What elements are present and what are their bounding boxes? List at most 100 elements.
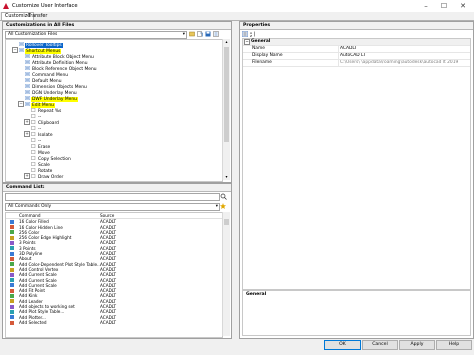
sort-alphabetical-icon[interactable]: AZ [250, 31, 256, 38]
cancel-button[interactable]: Cancel [362, 340, 398, 350]
menu-folder-icon [18, 41, 25, 47]
command-icon [31, 108, 36, 112]
autocad-app-icon [3, 3, 9, 9]
window-title: Customize User Interface [12, 3, 78, 9]
expand-icon[interactable]: + [24, 173, 30, 179]
property-value[interactable]: AutoCAD LT [340, 53, 458, 59]
new-command-star-icon[interactable] [220, 203, 226, 209]
property-grid: − General Name ACADLT Display Name AutoCAD … [242, 38, 471, 290]
apply-button[interactable]: Apply [399, 340, 435, 350]
minimize-button[interactable]: – [418, 1, 434, 11]
menu-folder-icon [24, 53, 31, 59]
menu-folder-icon [24, 83, 31, 89]
tree-node[interactable]: + Draw Order [6, 173, 220, 180]
property-category-label: General [251, 39, 271, 44]
help-button[interactable]: Help [436, 340, 472, 350]
command-icon [31, 144, 36, 148]
command-filter-select[interactable]: All Commands Only ▾ [5, 203, 220, 211]
property-row[interactable]: Filename C:\Users\ \appdata\roaming\autod… [243, 60, 470, 67]
command-icon [31, 174, 36, 178]
command-icon [10, 294, 14, 299]
close-button[interactable]: ✕ [455, 1, 471, 11]
command-scroll-thumb[interactable] [224, 219, 229, 225]
command-icon [10, 256, 14, 261]
command-icon [31, 114, 36, 118]
menu-folder-icon [24, 65, 31, 71]
menu-folder-icon [24, 101, 31, 107]
command-icon [10, 219, 14, 224]
customization-tree: Rollover Tooltips − Shortcut Menus Attribut… [5, 39, 223, 182]
command-list-panel: Command List: All Commands Only ▾ Comman… [2, 183, 232, 339]
command-search-input[interactable] [5, 193, 220, 201]
customization-file-select[interactable]: All Customization Files ▾ [5, 31, 187, 39]
command-icon [10, 304, 14, 309]
command-icon [31, 156, 36, 160]
menu-folder-icon [24, 71, 31, 77]
command-list-scrollbar[interactable] [222, 212, 230, 336]
command-icon [31, 138, 36, 142]
command-filter-value: All Commands Only [8, 204, 52, 209]
command-row[interactable]: Add Selected ACADLT [6, 320, 222, 325]
chevron-down-icon: ▾ [182, 32, 185, 37]
property-value[interactable]: ACADLT [340, 46, 458, 52]
command-icon [10, 267, 14, 272]
properties-panel: Properties AZ − General Name ACADLT Displa… [239, 21, 474, 339]
command-icon [31, 168, 36, 172]
scroll-up-arrow-icon[interactable]: ▴ [223, 39, 230, 45]
command-source: ACADLT [100, 319, 117, 325]
command-icon [10, 288, 14, 293]
save-icon[interactable] [205, 31, 211, 37]
command-icon [10, 230, 14, 235]
command-icon [10, 235, 14, 240]
menu-folder-icon [24, 77, 31, 83]
properties-header: Properties [240, 22, 473, 30]
display-filters-icon[interactable] [213, 31, 219, 37]
maximize-button[interactable]: ☐ [436, 1, 452, 11]
categorized-icon[interactable] [242, 31, 248, 37]
property-key: Name [252, 46, 339, 52]
command-icon [10, 315, 14, 320]
property-key: Display Name [252, 53, 339, 59]
scroll-down-arrow-icon[interactable]: ▾ [223, 174, 230, 180]
command-icon [31, 120, 36, 124]
command-icon [10, 283, 14, 288]
menu-folder-icon [24, 89, 31, 95]
column-header-command[interactable]: Command [19, 213, 41, 218]
command-icon [10, 320, 14, 325]
command-icon [10, 246, 14, 251]
command-icon [10, 272, 14, 277]
chevron-down-icon: ▾ [215, 204, 218, 209]
description-title: General [246, 292, 267, 297]
command-icon [10, 251, 14, 256]
property-value[interactable]: C:\Users\ \appdata\roaming\autodesk\auto… [340, 60, 458, 66]
command-icon [10, 278, 14, 283]
command-icon [10, 309, 14, 314]
property-category-row[interactable]: − General [243, 39, 470, 46]
property-row[interactable]: Display Name AutoCAD LT [243, 53, 470, 60]
command-icon [10, 262, 14, 267]
customizations-header: Customizations in All Files [3, 22, 231, 30]
customizations-panel: Customizations in All Files All Customiz… [2, 21, 232, 183]
command-table: Command Source 16 Color Filled ACADLT 16 C… [5, 212, 223, 338]
search-icon[interactable] [220, 193, 227, 200]
command-name: Add Selected [19, 319, 47, 325]
command-icon [31, 150, 36, 154]
tree-node-label: Draw Order [38, 174, 64, 180]
command-icon [31, 126, 36, 130]
menu-folder-icon [18, 47, 25, 53]
command-list-header: Command List: [3, 184, 231, 192]
property-row[interactable]: Name ACADLT [243, 46, 470, 53]
column-header-source[interactable]: Source [100, 213, 114, 218]
load-file-icon[interactable] [189, 31, 195, 37]
svg-text:Z: Z [250, 34, 252, 37]
ok-button[interactable]: OK [324, 340, 361, 350]
description-box: General [242, 290, 471, 336]
tree-scrollbar[interactable]: ▴ ▾ [222, 39, 230, 180]
open-file-icon[interactable] [197, 31, 203, 37]
command-icon [31, 132, 36, 136]
customization-file-value: All Customization Files [8, 32, 58, 37]
tree-scroll-thumb[interactable] [224, 47, 229, 142]
collapse-icon[interactable]: − [244, 39, 250, 45]
command-icon [10, 225, 14, 230]
menu-folder-icon [24, 59, 31, 65]
